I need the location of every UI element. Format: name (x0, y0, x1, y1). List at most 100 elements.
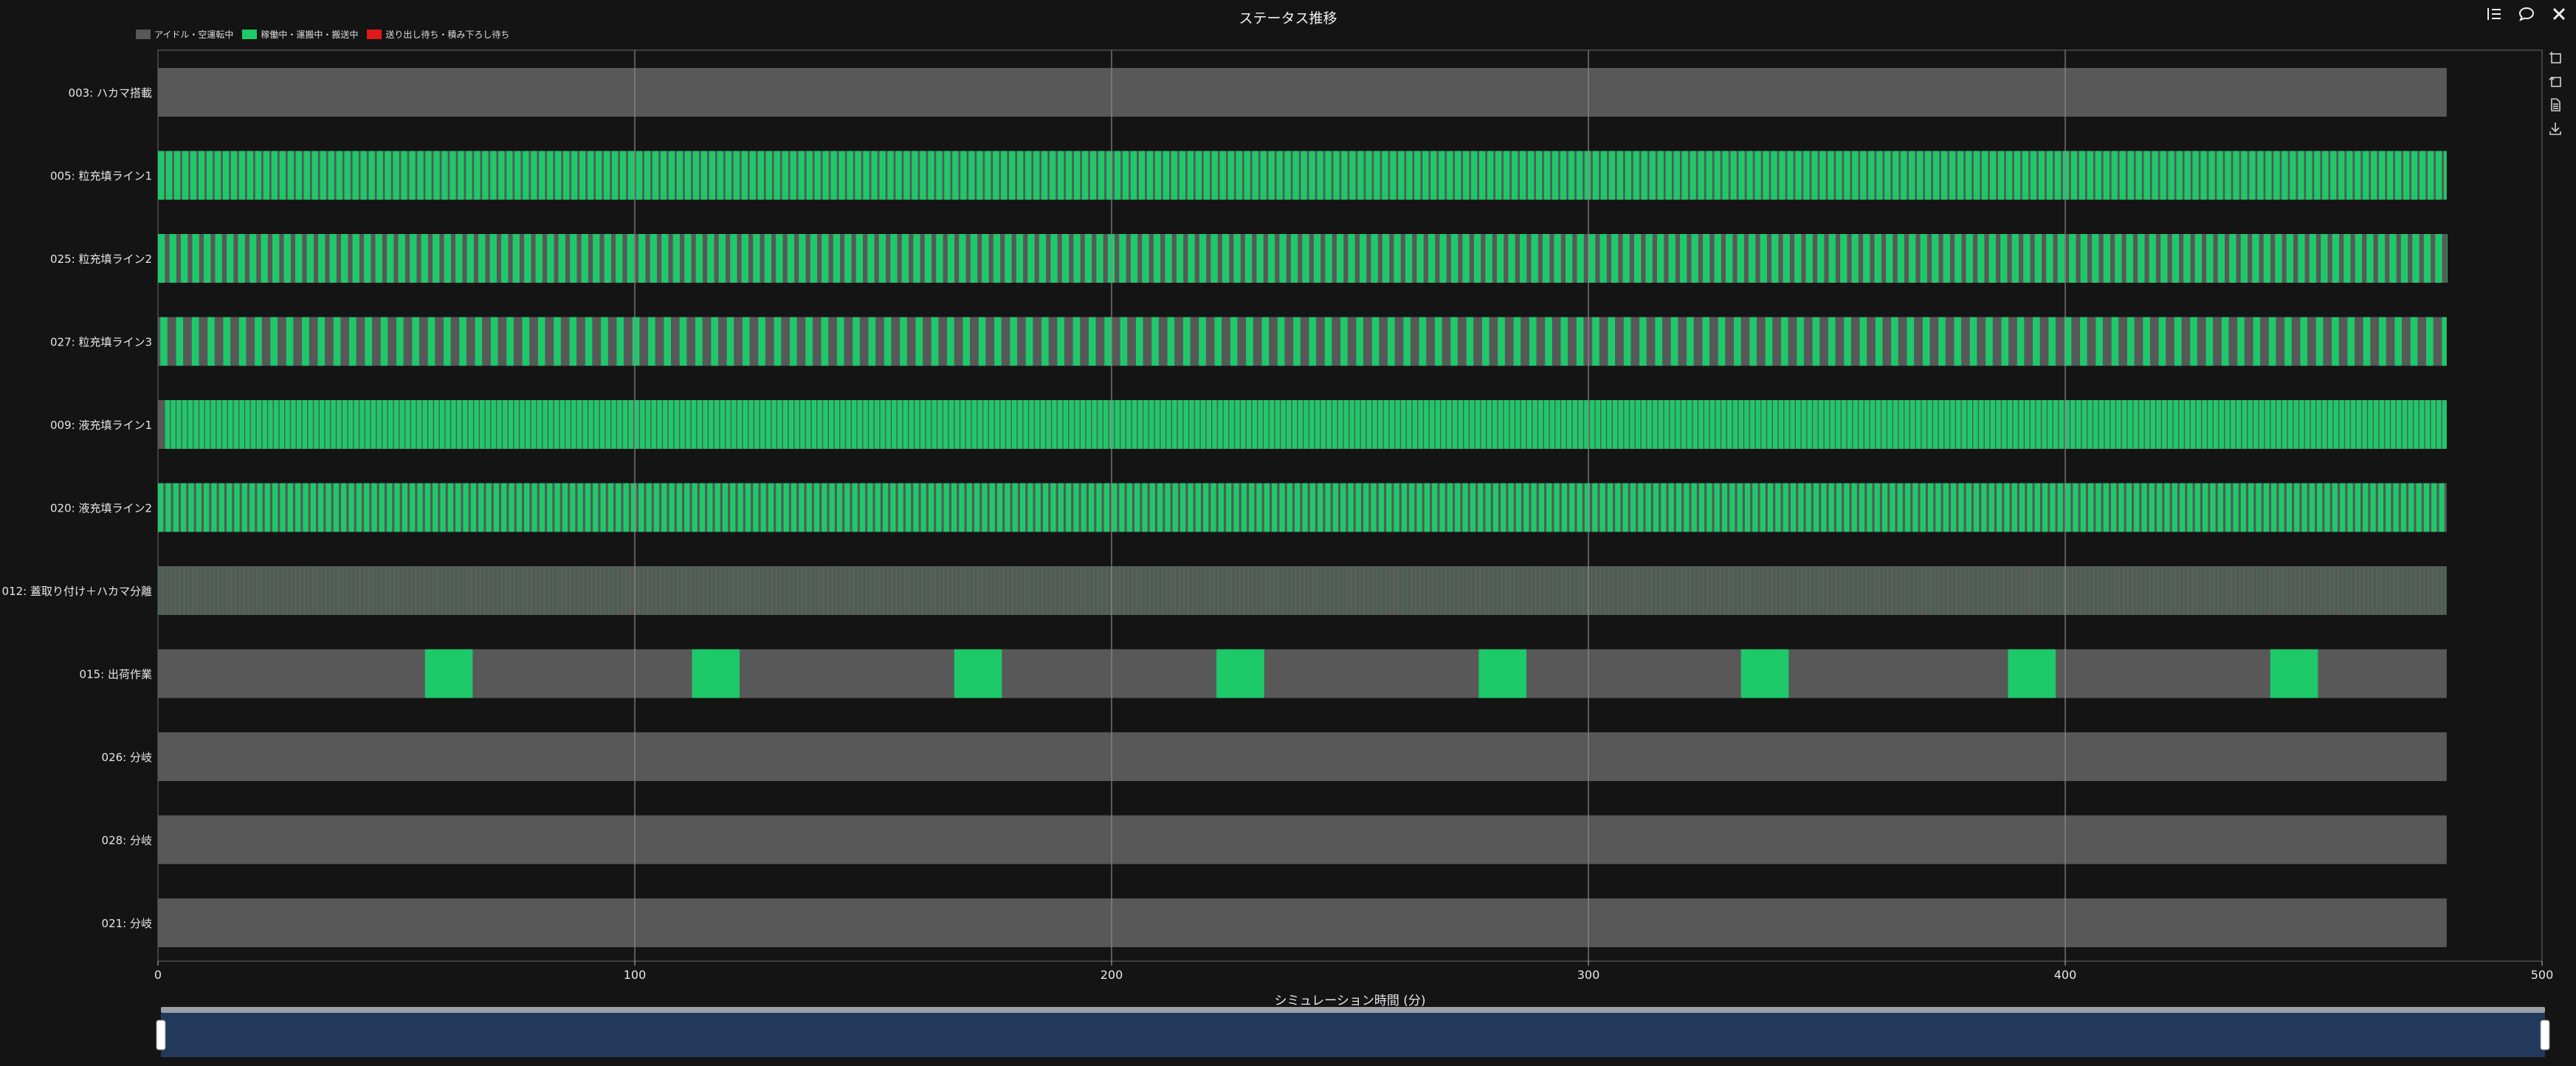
timeline-segment-busy (896, 566, 898, 615)
timeline-segment-busy (1577, 234, 1584, 283)
timeline-segment-busy (731, 400, 737, 449)
timeline-segment-busy (1424, 400, 1429, 449)
timeline-segment-busy (482, 151, 489, 200)
timeline-segment-busy (931, 400, 937, 449)
timeline-segment-busy (1487, 400, 1492, 449)
timeline-segment-busy (1973, 151, 1980, 200)
timeline-segment-busy (1981, 151, 1988, 200)
timeline-segment-busy (1592, 483, 1598, 532)
timeline-segment-busy (1360, 400, 1366, 449)
timeline-segment-busy (2426, 317, 2434, 366)
timeline-segment-busy (1651, 566, 1653, 615)
timeline-segment-busy (1973, 483, 1980, 532)
timeline-segment-busy (1561, 400, 1566, 449)
timeline-segment-busy (939, 566, 940, 615)
timeline-segment-busy (2442, 400, 2447, 449)
timeline-segment-busy (337, 400, 342, 449)
timeline-segment-busy (1864, 400, 1870, 449)
timeline-segment-busy (1256, 483, 1262, 532)
timeline-segment-busy (1658, 400, 1664, 449)
timeline-segment-busy (1496, 234, 1504, 283)
timeline-segment-busy (165, 483, 171, 532)
timeline-segment-busy (823, 400, 828, 449)
timeline-segment-busy (1103, 400, 1109, 449)
timeline-segment-busy (695, 234, 703, 283)
timeline-segment-busy (1256, 566, 1258, 615)
timeline-segment-busy (2339, 400, 2344, 449)
timeline-segment-busy (653, 483, 660, 532)
timeline-segment-busy (1653, 400, 1658, 449)
timeline-segment-busy (1405, 234, 1413, 283)
timeline-segment-busy (2144, 566, 2146, 615)
timeline-segment-busy (173, 151, 181, 200)
timeline-segment-busy (1372, 566, 1374, 615)
timeline-segment-busy (410, 234, 417, 283)
timeline-segment-busy (2431, 483, 2437, 532)
timeline-segment-busy (647, 566, 648, 615)
range-slider-right-handle[interactable] (2540, 1019, 2550, 1050)
timeline-segment-busy (879, 151, 886, 200)
timeline-segment-busy (1462, 483, 1468, 532)
timeline-segment-busy (2046, 234, 2053, 283)
timeline-segment-busy (1206, 400, 1211, 449)
timeline-segment-busy (1325, 483, 1331, 532)
timeline-segment-busy (371, 400, 376, 449)
timeline-segment-busy (1501, 483, 1506, 532)
timeline-segment-busy (1222, 234, 1230, 283)
timeline-segment-busy (840, 400, 845, 449)
timeline-segment-busy (329, 234, 337, 283)
timeline-segment-busy (318, 234, 326, 283)
timeline-segment-busy (1691, 234, 1698, 283)
timeline-segment-busy (838, 151, 845, 200)
timeline-segment-busy (1572, 400, 1578, 449)
timeline-segment-busy (833, 234, 841, 283)
timeline-segment-busy (1069, 400, 1074, 449)
timeline-segment-busy (1380, 566, 1382, 615)
timeline-segment-busy (2366, 234, 2374, 283)
timeline-segment-busy (1591, 566, 1592, 615)
timeline-segment-busy (1943, 566, 1944, 615)
timeline-segment-busy (421, 234, 428, 283)
timeline-segment-busy (1428, 234, 1436, 283)
timeline-segment-busy (1418, 400, 1423, 449)
timeline-segment-busy (937, 400, 943, 449)
timeline-segment-busy (2072, 566, 2073, 615)
timeline-segment-busy (904, 566, 906, 615)
range-slider-left-handle[interactable] (156, 1019, 166, 1050)
timeline-segment-busy (1501, 566, 1502, 615)
timeline-segment-busy (1668, 566, 1670, 615)
timeline-segment-busy (2217, 483, 2223, 532)
timeline-segment-busy (1315, 400, 1320, 449)
timeline-segment-busy (1840, 566, 1842, 615)
timeline-segment-busy (1599, 483, 1605, 532)
timeline-segment-busy (616, 317, 624, 366)
timeline-segment-busy (758, 317, 765, 366)
timeline-segment-busy (1027, 483, 1033, 532)
timeline-segment-busy (1857, 566, 1859, 615)
timeline-segment-busy (2284, 317, 2292, 366)
timeline-segment-busy (1714, 151, 1721, 200)
timeline-segment-busy (1212, 400, 1217, 449)
timeline-segment-busy (1787, 151, 1794, 200)
timeline-segment-busy (1349, 151, 1356, 200)
timeline-segment-busy (1554, 483, 1560, 532)
timeline-segment-busy (2014, 151, 2021, 200)
timeline-segment-busy (1260, 151, 1267, 200)
timeline-segment-busy (1915, 400, 1921, 449)
timeline-segment-busy (1589, 400, 1595, 449)
timeline-segment-busy (1979, 400, 1984, 449)
timeline-segment-busy (2419, 400, 2425, 449)
timeline-segment-busy (1009, 151, 1016, 200)
timeline-segment-busy (1332, 400, 1337, 449)
range-slider-track[interactable] (161, 1007, 2545, 1013)
timeline-segment-busy (182, 400, 187, 449)
timeline-segment-busy (2411, 151, 2418, 200)
timeline-segment-busy (1226, 483, 1232, 532)
timeline-segment-busy (1612, 400, 1618, 449)
range-slider-selection[interactable] (161, 1013, 2545, 1057)
timeline-segment-busy (1805, 566, 1807, 615)
timeline-segment-busy (2346, 151, 2353, 200)
timeline-segment-busy (1763, 151, 1769, 200)
timeline-segment-busy (379, 483, 385, 532)
timeline-segment-busy (227, 400, 233, 449)
